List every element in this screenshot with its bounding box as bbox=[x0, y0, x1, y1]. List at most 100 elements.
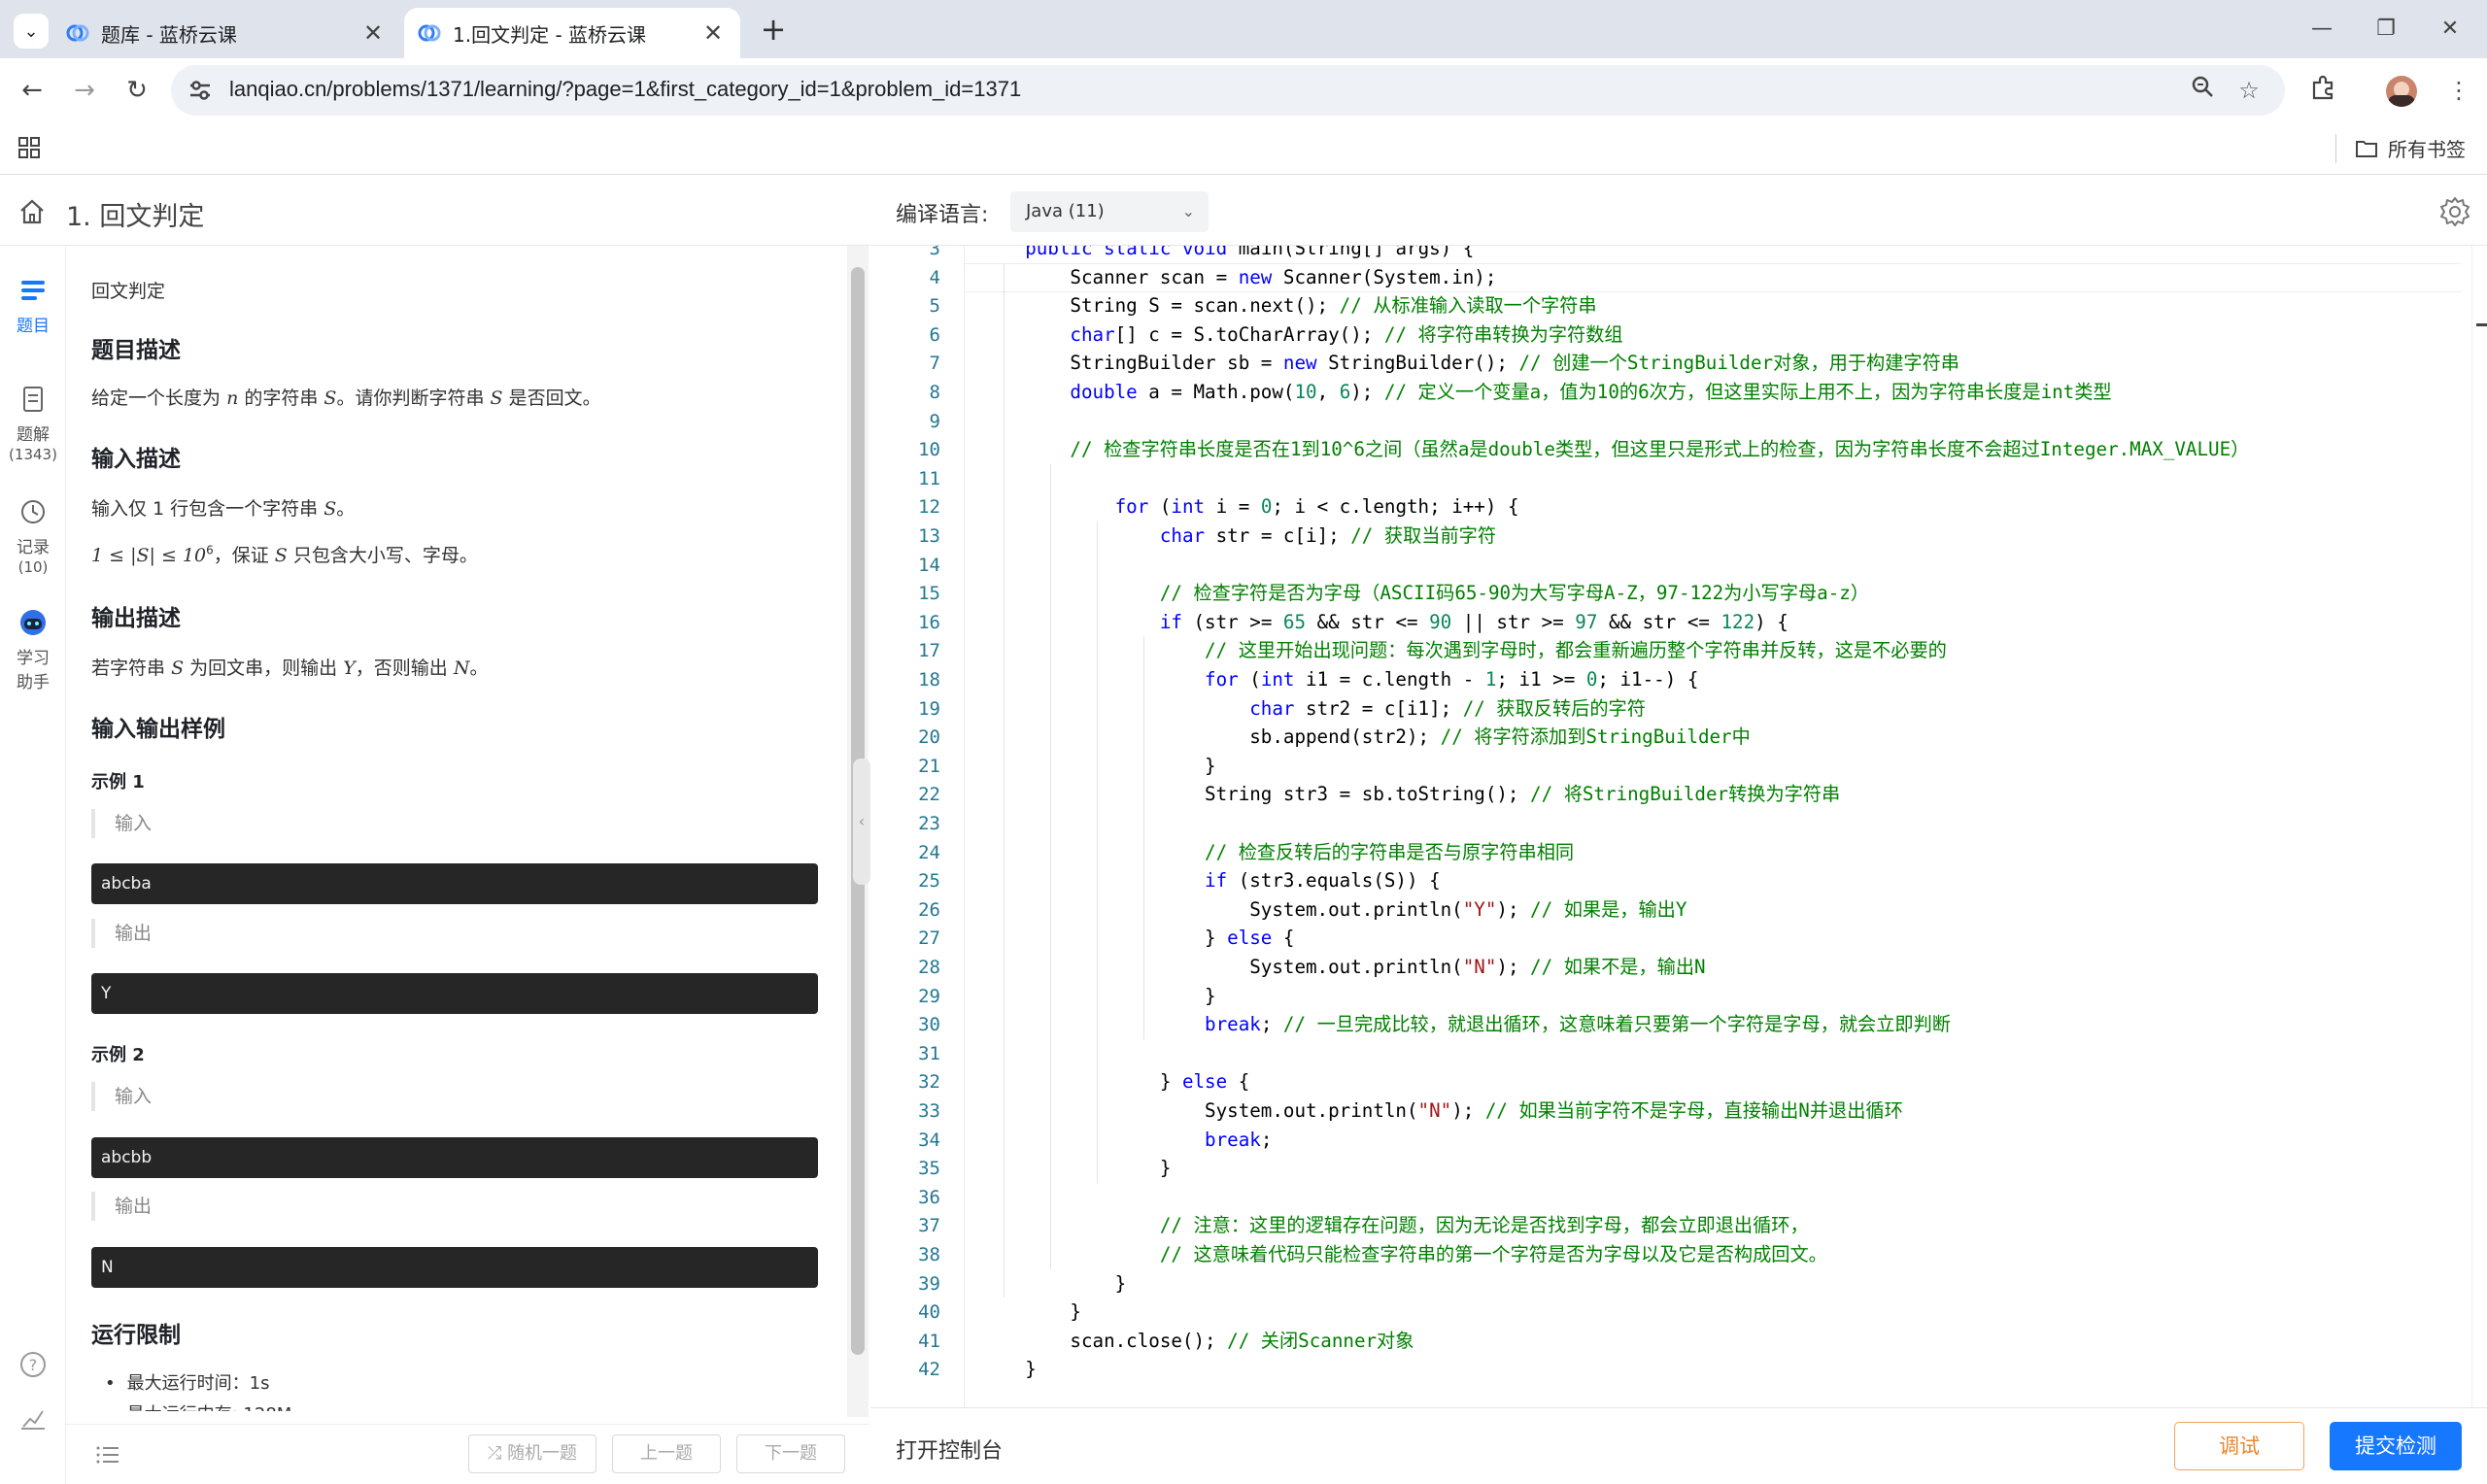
code-editor[interactable]: 3 4 5 6 7 8 9 10 11 12 13 14 15 16 17 18 19 20 21 22 23 24 25 2… bbox=[870, 246, 2487, 1407]
rail-item-problem[interactable]: 题目 bbox=[0, 275, 66, 336]
debug-button[interactable]: 调试 bbox=[2174, 1422, 2304, 1470]
line-number: 37 bbox=[918, 1215, 940, 1237]
lanqiao-favicon-icon bbox=[418, 21, 441, 45]
text-fragment: 。 bbox=[336, 498, 356, 520]
code-line[interactable]: double a = Math.pow(10, 6); // 定义一个变量a，值… bbox=[980, 378, 2111, 407]
code-line[interactable]: // 注意：这里的逻辑存在问题，因为无论是否找到字母，都会立即退出循环， bbox=[980, 1211, 1809, 1240]
address-bar[interactable]: lanqiao.cn/problems/1371/learning/?page=… bbox=[171, 65, 2285, 116]
stats-chart-icon[interactable] bbox=[0, 1403, 66, 1440]
code-line[interactable]: } bbox=[980, 752, 1216, 781]
minimize-button[interactable]: — bbox=[2293, 10, 2351, 49]
code-line[interactable]: // 检查字符是否为字母（ASCII码65-90为大写字母A-Z，97-122为… bbox=[980, 579, 1869, 608]
chevron-down-icon: ⌄ bbox=[23, 20, 39, 42]
code-line[interactable]: System.out.println("N"); // 如果不是，输出N bbox=[980, 953, 1705, 982]
code-line[interactable]: String str3 = sb.toString(); // 将StringB… bbox=[980, 780, 1840, 809]
random-problem-button[interactable]: ⤮ 随机一题 bbox=[468, 1434, 596, 1473]
next-problem-button[interactable]: 下一题 bbox=[736, 1434, 845, 1473]
code-line[interactable]: if (str3.equals(S)) { bbox=[980, 866, 1441, 895]
rail-item-assistant[interactable]: 学习助手 bbox=[0, 607, 66, 692]
code-line[interactable]: } bbox=[980, 1298, 1081, 1327]
reload-icon[interactable]: ↻ bbox=[119, 72, 155, 109]
line-number: 21 bbox=[918, 755, 940, 777]
apps-grid-icon[interactable] bbox=[16, 134, 43, 161]
code-line[interactable]: break; // 一旦完成比较，就退出循环，这意味着只要第一个字符是字母，就会… bbox=[980, 1010, 1951, 1039]
gear-icon[interactable] bbox=[2438, 195, 2471, 228]
code-line[interactable]: sb.append(str2); // 将字符添加到StringBuilder中 bbox=[980, 723, 1751, 752]
line-number: 11 bbox=[918, 467, 940, 489]
help-icon[interactable]: ? bbox=[0, 1349, 66, 1386]
restore-button[interactable]: ❐ bbox=[2357, 10, 2415, 49]
site-info-icon[interactable] bbox=[187, 77, 214, 104]
sample-output-label: 输出 bbox=[91, 1192, 152, 1221]
language-select[interactable]: Java (11) ⌄ bbox=[1010, 191, 1209, 232]
code-line[interactable]: Scanner scan = new Scanner(System.in); bbox=[980, 263, 1496, 292]
code-area[interactable]: public static void main(String[] args) {… bbox=[964, 246, 2479, 1407]
code-line[interactable]: // 检查反转后的字符串是否与原字符串相同 bbox=[980, 838, 1574, 867]
line-number: 40 bbox=[918, 1301, 940, 1324]
back-arrow-icon[interactable]: ← bbox=[14, 72, 51, 109]
close-icon[interactable]: ✕ bbox=[699, 19, 727, 47]
code-line[interactable]: scan.close(); // 关闭Scanner对象 bbox=[980, 1327, 1414, 1356]
code-line[interactable]: if (str >= 65 && str <= 90 || str >= 97 … bbox=[980, 608, 1789, 637]
code-line[interactable]: char[] c = S.toCharArray(); // 将字符串转换为字符… bbox=[980, 320, 1622, 350]
code-line[interactable]: } bbox=[980, 1154, 1172, 1183]
section-title-limits: 运行限制 bbox=[91, 1323, 181, 1348]
code-line[interactable]: System.out.println("Y"); // 如果是，输出Y bbox=[980, 895, 1686, 925]
list-icon[interactable] bbox=[93, 1440, 122, 1469]
description-text: 给定一个长度为 n 的字符串 S。请你判断字符串 S 是否回文。 bbox=[91, 384, 601, 410]
prev-problem-button[interactable]: 上一题 bbox=[612, 1434, 721, 1473]
sample-input-label: 输入 bbox=[91, 809, 152, 838]
panel-splitter-handle[interactable]: ‹ bbox=[853, 759, 870, 885]
rail-item-solutions[interactable]: 题解 (1343) bbox=[0, 384, 66, 464]
new-tab-button[interactable]: + bbox=[756, 12, 791, 47]
math-var: S bbox=[324, 498, 337, 520]
code-line[interactable]: break; bbox=[980, 1126, 1272, 1155]
forward-arrow-icon[interactable]: → bbox=[66, 72, 103, 109]
code-line[interactable]: System.out.println("N"); // 如果当前字符不是字母，直… bbox=[980, 1096, 1903, 1126]
code-line[interactable]: // 这里开始出现问题：每次遇到字母时，都会重新遍历整个字符串并反转，这是不必要… bbox=[980, 636, 1947, 665]
close-icon[interactable]: ✕ bbox=[359, 19, 387, 47]
line-number: 28 bbox=[918, 957, 940, 978]
code-line[interactable]: public static void main(String[] args) { bbox=[980, 246, 1474, 263]
code-line[interactable]: char str2 = c[i1]; // 获取反转后的字符 bbox=[980, 694, 1646, 724]
code-line[interactable]: } else { bbox=[980, 924, 1294, 953]
code-line[interactable]: // 这意味着代码只能检查字符串的第一个字符是否为字母以及它是否构成回文。 bbox=[980, 1240, 1827, 1269]
home-icon[interactable] bbox=[17, 197, 47, 226]
all-bookmarks-button[interactable]: 所有书签 bbox=[2355, 134, 2466, 162]
code-line[interactable]: for (int i = 0; i < c.length; i++) { bbox=[980, 492, 1519, 522]
bookmark-star-icon[interactable]: ☆ bbox=[2232, 74, 2266, 107]
tab-problem-bank[interactable]: 题库 - 蓝桥云课 ✕ bbox=[52, 8, 400, 58]
editor-header: 编译语言: Java (11) ⌄ bbox=[870, 176, 2487, 246]
rail-item-records[interactable]: 记录 (10) bbox=[0, 496, 66, 577]
math-var: Y bbox=[343, 658, 356, 679]
submit-button[interactable]: 提交检测 bbox=[2330, 1422, 2462, 1470]
code-line[interactable]: // 检查字符串长度是否在1到10^6之间（虽然a是double类型，但这里只是… bbox=[980, 435, 2249, 464]
open-console-button[interactable]: 打开控制台 bbox=[896, 1433, 1003, 1465]
math-var: n bbox=[226, 388, 239, 409]
code-line[interactable]: } else { bbox=[980, 1067, 1249, 1096]
text-fragment: 输入仅 1 行包含一个字符串 bbox=[91, 498, 319, 520]
tab-search-button[interactable]: ⌄ bbox=[14, 14, 49, 49]
code-line[interactable]: } bbox=[980, 1269, 1127, 1298]
close-window-button[interactable]: ✕ bbox=[2421, 10, 2479, 49]
code-line[interactable]: for (int i1 = c.length - 1; i1 >= 0; i1-… bbox=[980, 665, 1698, 694]
math-var: S bbox=[324, 388, 337, 409]
editor-scrollbar[interactable] bbox=[2471, 246, 2487, 1407]
zoom-icon[interactable] bbox=[2186, 74, 2219, 107]
section-title-output: 输出描述 bbox=[91, 606, 181, 631]
more-vertical-icon[interactable]: ⋮ bbox=[2442, 74, 2475, 107]
line-number: 42 bbox=[918, 1359, 940, 1381]
button-label: 随机一题 bbox=[507, 1443, 578, 1464]
profile-avatar[interactable] bbox=[2386, 76, 2417, 107]
code-line[interactable]: } bbox=[980, 1355, 1037, 1384]
code-line[interactable]: char str = c[i]; // 获取当前字符 bbox=[980, 522, 1496, 551]
tab-current-problem[interactable]: 1.回文判定 - 蓝桥云课 ✕ bbox=[404, 8, 740, 58]
code-line[interactable]: String S = scan.next(); // 从标准输入读取一个字符串 bbox=[980, 291, 1596, 320]
page: 1. 回文判定 题目 题解 (1343) 记录 (10) 学习助手 ? 回文判定… bbox=[0, 176, 2487, 1484]
extensions-icon[interactable] bbox=[2306, 74, 2339, 107]
code-line[interactable]: StringBuilder sb = new StringBuilder(); … bbox=[980, 349, 1959, 378]
code-line[interactable]: } bbox=[980, 982, 1216, 1011]
line-number: 30 bbox=[918, 1014, 940, 1036]
language-label: 编译语言: bbox=[896, 203, 989, 227]
browser-toolbar: ← → ↻ lanqiao.cn/problems/1371/learning/… bbox=[0, 58, 2487, 122]
